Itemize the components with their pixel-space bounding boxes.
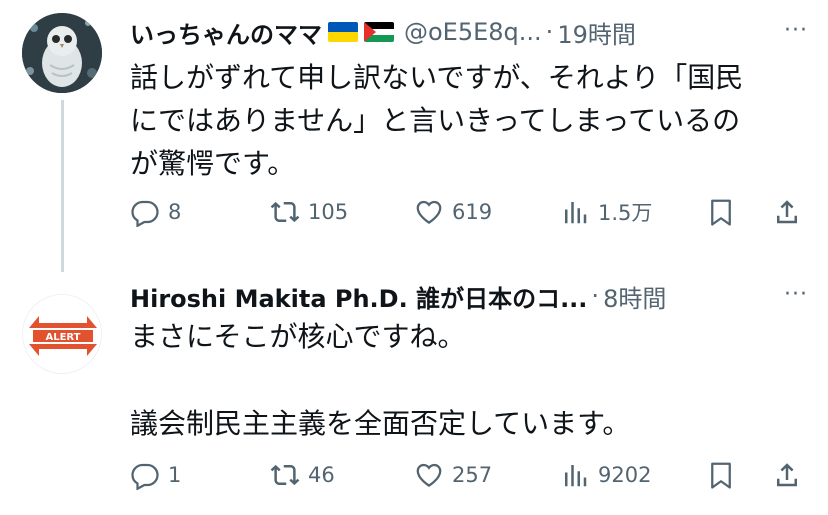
bookmark-icon [711,462,731,489]
reply-icon [131,463,159,490]
like-count: 619 [452,200,493,224]
separator-dot: · [545,18,554,46]
palestine-flag-icon [364,22,394,42]
heart-icon [416,200,442,224]
analytics-icon [565,465,587,487]
avatar[interactable] [22,13,102,93]
share-icon [777,200,797,224]
more-options-icon[interactable]: ··· [784,282,808,307]
view-count: 9202 [598,463,652,487]
reply-icon [131,200,159,227]
bookmark-icon [711,199,731,226]
retweet-button[interactable]: 46 [270,455,335,495]
owl-avatar-icon [22,13,102,93]
retweet-icon [270,201,300,223]
like-button[interactable]: 619 [414,192,492,232]
retweet-count: 46 [308,463,335,487]
reply-count: 8 [168,200,182,224]
timestamp[interactable]: 8時間 [603,279,666,314]
bookmark-button[interactable] [706,192,736,232]
tweet-header: Hiroshi Makita Ph.D. 誰が日本のコ... · 8時間 [130,276,666,316]
reply-count: 1 [168,463,182,487]
author-handle[interactable]: @oE5E8q... [404,18,542,46]
reply-button[interactable]: 8 [130,192,181,232]
heart-icon [416,463,442,487]
retweet-icon [270,464,300,486]
retweet-count: 105 [308,200,349,224]
like-count: 257 [452,463,493,487]
like-button[interactable]: 257 [414,455,492,495]
share-button[interactable] [772,455,802,495]
action-bar: 8 105 619 1.5万 [130,192,810,232]
share-icon [777,463,797,487]
bookmark-button[interactable] [706,455,736,495]
separator-dot: · [591,282,600,310]
action-bar: 1 46 257 9202 [130,455,810,495]
reply-button[interactable]: 1 [130,455,181,495]
retweet-button[interactable]: 105 [270,192,348,232]
ukraine-flag-icon [328,22,358,42]
tweet-paragraph: まさにそこが核心ですね。 [130,320,466,353]
svg-text:ALERT: ALERT [45,332,80,343]
tweet-text-line: が驚愕です。 [130,147,296,180]
alert-logo-icon: ALERT [23,295,101,373]
tweet-paragraph: 議会制民主主義を全面否定しています。 [130,407,631,440]
more-options-icon[interactable]: ··· [784,18,808,43]
view-count: 1.5万 [598,201,653,225]
views-button[interactable]: 1.5万 [560,192,652,232]
analytics-icon [565,202,587,224]
author-name[interactable]: Hiroshi Makita Ph.D. 誰が日本のコ... [130,279,587,314]
tweet-text-line: 話しがずれて申し訳ないですが、それより「国民 [130,61,744,94]
tweet-text-line: にではありません」と言いきってしまっているの [130,104,741,137]
share-button[interactable] [772,192,802,232]
timestamp[interactable]: 19時間 [557,15,636,50]
tweet-header: いっちゃんのママ @oE5E8q... · 19時間 [130,12,636,52]
views-button[interactable]: 9202 [560,455,651,495]
author-name[interactable]: いっちゃんのママ [130,15,322,50]
tweet-text: まさにそこが核心ですね。 議会制民主主義を全面否定しています。 [130,315,810,445]
avatar[interactable]: ALERT [22,294,102,374]
thread-line [61,100,64,272]
tweet-text: 話しがずれて申し訳ないですが、それより「国民 にではありません」と言いきってしま… [130,56,810,185]
tweet[interactable]: いっちゃんのママ @oE5E8q... · 19時間 ··· 話しがずれて申し訳… [0,0,828,272]
